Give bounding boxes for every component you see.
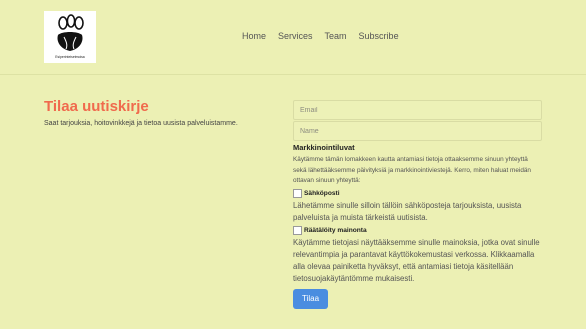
- email-input[interactable]: [293, 100, 542, 120]
- nav-team[interactable]: Team: [325, 31, 347, 41]
- ads-consent-text: Käytämme tietojasi näyttääksemme sinulle…: [293, 237, 540, 283]
- email-consent-text: Lähetämme sinulle silloin tällöin sähköp…: [293, 200, 522, 222]
- page-title: Tilaa uutiskirje: [44, 98, 149, 115]
- ads-consent-row[interactable]: Räätälöity mainonta: [293, 225, 542, 235]
- newsletter-intro: Tilaa uutiskirje Saat tarjouksia, hoitov…: [44, 98, 274, 127]
- nav-subscribe[interactable]: Subscribe: [359, 31, 399, 41]
- page-subtitle: Saat tarjouksia, hoitovinkkejä ja tietoa…: [44, 120, 238, 127]
- marketing-heading: Markkinointiluvat: [293, 143, 355, 152]
- name-input[interactable]: [293, 121, 542, 141]
- email-consent-checkbox[interactable]: [293, 188, 302, 198]
- logo[interactable]: Esiperinteisetmoisa: [44, 11, 96, 63]
- ads-consent-checkbox[interactable]: [293, 225, 302, 235]
- marketing-text: Käytämme tämän lomakkeen kautta antamias…: [293, 156, 531, 184]
- site-header: Esiperinteisetmoisa Home Services Team S…: [0, 0, 586, 75]
- ads-consent-label[interactable]: Räätälöity mainonta: [304, 227, 367, 234]
- signup-form: Markkinointiluvat Käytämme tämän lomakke…: [293, 100, 542, 309]
- subscribe-button[interactable]: Tilaa: [293, 288, 328, 309]
- email-consent-row[interactable]: Sähköposti: [293, 188, 542, 198]
- email-consent-label[interactable]: Sähköposti: [304, 190, 340, 197]
- main-nav: Home Services Team Subscribe: [242, 31, 411, 41]
- nav-home[interactable]: Home: [242, 31, 266, 41]
- logo-text: Esiperinteisetmoisa: [55, 55, 85, 59]
- nav-services[interactable]: Services: [278, 31, 313, 41]
